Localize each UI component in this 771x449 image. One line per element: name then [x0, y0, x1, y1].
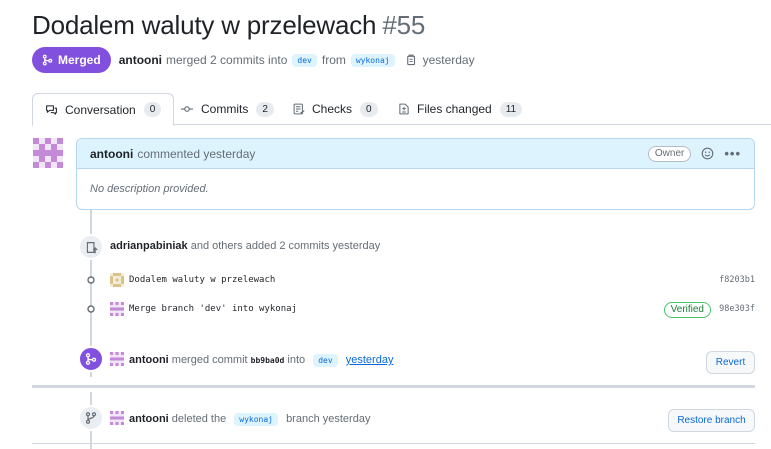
tab-commits[interactable]: Commits 2: [168, 93, 286, 125]
commit-message[interactable]: Dodalem waluty w przelewach: [129, 275, 275, 285]
head-branch-label[interactable]: wykonaj: [350, 53, 395, 67]
kebab-menu-icon[interactable]: •••: [724, 146, 741, 161]
comment-body: No description provided.: [90, 183, 209, 195]
file-diff-icon: [399, 103, 409, 115]
merged-into-text: into: [287, 354, 306, 366]
commit-message[interactable]: Merge branch 'dev' into wykonaj: [129, 304, 297, 314]
pr-meta: Merged antooni merged 2 commits into dev…: [32, 47, 475, 73]
pr-tabs: Conversation 0 Commits 2 Checks 0 Files …: [32, 93, 771, 126]
conversation-icon: [46, 104, 57, 115]
merged-event-text: merged commit: [171, 354, 248, 366]
tab-conversation[interactable]: Conversation 0: [32, 93, 175, 126]
pr-title-text: Dodalem waluty w przelewach: [32, 10, 377, 40]
pr-author-link[interactable]: antooni: [119, 53, 162, 67]
commits-added-event: adrianpabiniak and others added 2 commit…: [110, 240, 380, 252]
commit-row: Merge branch 'dev' into wykonaj: [110, 302, 297, 316]
tab-checks[interactable]: Checks 0: [281, 93, 390, 125]
base-branch-label[interactable]: dev: [292, 53, 317, 67]
smiley-icon[interactable]: [701, 147, 714, 160]
tab-commits-count: 2: [256, 101, 274, 117]
commit-sha[interactable]: 98e303f: [719, 304, 755, 314]
git-branch-icon: [78, 405, 104, 431]
avatar-antooni[interactable]: [110, 411, 124, 425]
avatar-adrianpabiniak[interactable]: [110, 273, 124, 287]
commit-icon: [181, 106, 193, 112]
pr-title: Dodalem waluty w przelewach #55: [32, 10, 425, 41]
merge-icon: [42, 54, 53, 66]
pr-number: #55: [382, 10, 426, 40]
commits-event-author[interactable]: adrianpabiniak: [110, 240, 188, 252]
deleted-event-text: deleted the: [171, 413, 227, 425]
merged-event-author[interactable]: antooni: [129, 354, 169, 366]
deleted-branch-label: wykonaj: [234, 413, 278, 426]
tab-checks-count: 0: [360, 101, 378, 117]
comment-action: commented yesterday: [137, 146, 256, 161]
tab-commits-label: Commits: [201, 102, 249, 116]
tab-conversation-label: Conversation: [65, 102, 136, 117]
owner-badge: Owner: [647, 145, 692, 162]
copy-icon[interactable]: [406, 54, 417, 66]
tab-checks-label: Checks: [312, 102, 353, 116]
comment-author[interactable]: antooni: [90, 147, 133, 161]
checklist-icon: [293, 103, 305, 115]
tab-files-changed-count: 11: [499, 101, 523, 117]
verified-badge[interactable]: Verified: [663, 302, 711, 318]
deleted-event-author[interactable]: antooni: [129, 413, 169, 425]
revert-button[interactable]: Revert: [706, 351, 755, 374]
commits-event-text: and others added 2 commits yesterday: [190, 240, 381, 252]
merged-event: antooni merged commit bb9ba0d into dev y…: [110, 352, 393, 367]
tab-conversation-count: 0: [143, 102, 162, 117]
restore-branch-button[interactable]: Restore branch: [668, 409, 755, 432]
pr-description-comment: antooni commented yesterday Owner ••• No…: [76, 138, 755, 210]
merged-status-label: Merged: [58, 53, 101, 67]
deleted-event-suffix: branch yesterday: [286, 413, 371, 425]
commit-dot-icon: [87, 276, 95, 284]
repo-push-icon: [78, 234, 104, 260]
commit-sha[interactable]: f8203b1: [719, 275, 755, 285]
avatar-antooni[interactable]: [110, 352, 124, 366]
merge-summary: merged 2 commits into: [166, 53, 288, 67]
commit-dot-icon: [87, 305, 95, 313]
merged-status-badge: Merged: [32, 47, 111, 73]
tab-files-changed[interactable]: Files changed 11: [386, 93, 534, 125]
commit-row: Dodalem waluty w przelewach: [110, 273, 275, 287]
tab-files-changed-label: Files changed: [417, 102, 492, 116]
from-text: from: [321, 53, 346, 67]
merged-icon: [78, 346, 104, 372]
pr-merge-time: yesterday: [422, 53, 475, 67]
avatar-antooni[interactable]: [33, 138, 63, 168]
timeline-divider: [32, 385, 755, 388]
merge-commit-hash[interactable]: bb9ba0d: [251, 356, 285, 365]
comment-header: antooni commented yesterday Owner •••: [77, 139, 754, 169]
avatar-antooni[interactable]: [110, 302, 124, 316]
merged-event-time-link[interactable]: yesterday: [346, 354, 394, 366]
timeline-bottom-rule: [32, 443, 755, 444]
merged-base-branch[interactable]: dev: [313, 354, 338, 367]
branch-deleted-event: antooni deleted the wykonaj branch yeste…: [110, 411, 370, 426]
